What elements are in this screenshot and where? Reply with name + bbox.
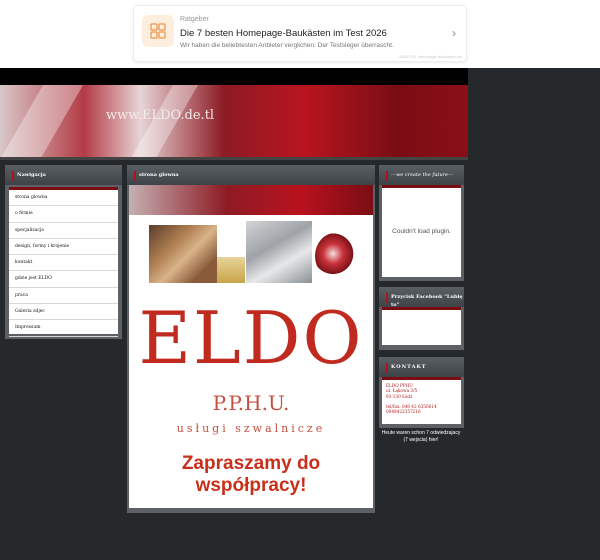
site-url[interactable]: www.ELDO.de.tl (106, 108, 214, 123)
banner-streak (0, 85, 89, 157)
grid-icon (142, 15, 174, 47)
thread-spools-photo (315, 233, 355, 279)
nav-item-impressum[interactable]: Impressum (9, 320, 118, 337)
ad-bar: Ratgeber Die 7 besten Homepage-Baukästen… (0, 0, 600, 68)
plugin-area: Couldn't load plugin. (382, 185, 461, 277)
kontakt-body: ELDO PPHU ul. Łąkowa 3/5 93-130 Łódź tel… (382, 377, 461, 424)
nav-item-specjalizacja[interactable]: specjalizacja (9, 223, 118, 239)
nav-item-praca[interactable]: praca (9, 288, 118, 305)
facebook-box: Przycisk Facebook "Lubię to" (379, 287, 464, 350)
facebook-like-area[interactable] (382, 307, 461, 345)
main-header: strona glowna (127, 165, 375, 185)
kontakt-header: KONTAKT (379, 357, 464, 377)
header-divider (0, 157, 468, 160)
nav-item-gdzie-jest-eldo[interactable]: gdzie jest ELDO (9, 271, 118, 288)
future-box: ---we create the future--- Couldn't load… (379, 165, 464, 281)
future-header: ---we create the future--- (379, 165, 464, 185)
plugin-message: Couldn't load plugin. (392, 228, 451, 235)
sewing-machine-photo (246, 221, 312, 283)
chevron-right-icon[interactable]: › (452, 26, 456, 40)
top-bar (0, 68, 468, 85)
facebook-header: Przycisk Facebook "Lubię to" (379, 287, 464, 308)
kontakt-title: KONTAKT (386, 363, 427, 373)
eldo-logo-text: ELDO (138, 296, 364, 380)
photo-strip (149, 221, 355, 283)
future-title: ---we create the future--- (386, 171, 453, 181)
ad-footer: ANZEIGE homepage-baukasten.de (399, 54, 462, 59)
nav-item-o-firmie[interactable]: o firmie (9, 206, 118, 223)
kontakt-line: 0048422357216 (386, 409, 421, 415)
nav-title: Nawigacja (12, 171, 46, 181)
invitation-text: Zapraszamy do współpracy! (181, 453, 321, 496)
visitor-counter: Heute waren schon 7 odwiedzajacy (7 wejs… (379, 430, 463, 444)
main-body: ELDO P.P.H.U. usługi szwalnicze Zaprasza… (129, 185, 373, 508)
kontakt-details: ELDO PPHU ul. Łąkowa 3/5 93-130 Łódź tel… (386, 383, 437, 415)
main-title: strona glowna (134, 171, 179, 181)
ad-subtitle: Wir haben die beliebtesten Anbieter verg… (180, 42, 394, 49)
ad-category: Ratgeber (180, 16, 209, 23)
ad-card[interactable]: Ratgeber Die 7 besten Homepage-Baukästen… (133, 5, 467, 62)
sewing-photo (149, 225, 217, 283)
header-banner: www.ELDO.de.tl (0, 85, 468, 157)
company-type: P.P.H.U. (212, 391, 290, 415)
services-text: usługi szwalnicze (176, 422, 326, 435)
ad-title[interactable]: Die 7 besten Homepage-Baukästen im Test … (180, 28, 387, 39)
nav-box: Nawigacja strona glowna o firmie specjal… (5, 165, 122, 339)
kontakt-box: KONTAKT ELDO PPHU ul. Łąkowa 3/5 93-130 … (379, 357, 464, 428)
counter-line-2: (7 wejscia) hier! (403, 437, 439, 443)
nav-item-galeria[interactable]: Galeria zdjec (9, 304, 118, 321)
nav-item-kontakt[interactable]: kontakt (9, 255, 118, 272)
nav-list: strona glowna o firmie specjalizacja des… (9, 190, 118, 337)
content-banner (129, 185, 373, 215)
nav-body: strona glowna o firmie specjalizacja des… (9, 187, 118, 337)
facebook-title: Przycisk Facebook "Lubię to" (386, 293, 464, 308)
main-box: strona glowna ELDO P.P.H.U. usługi szwal… (127, 165, 375, 513)
nav-item-design[interactable]: design, formy i krojenie (9, 239, 118, 256)
nav-item-strona-glowna[interactable]: strona glowna (9, 190, 118, 207)
counter-line-1: Heute waren schon 7 odwiedzajacy (381, 430, 461, 436)
measuring-tape-photo (217, 257, 245, 283)
nav-header: Nawigacja (5, 165, 122, 185)
